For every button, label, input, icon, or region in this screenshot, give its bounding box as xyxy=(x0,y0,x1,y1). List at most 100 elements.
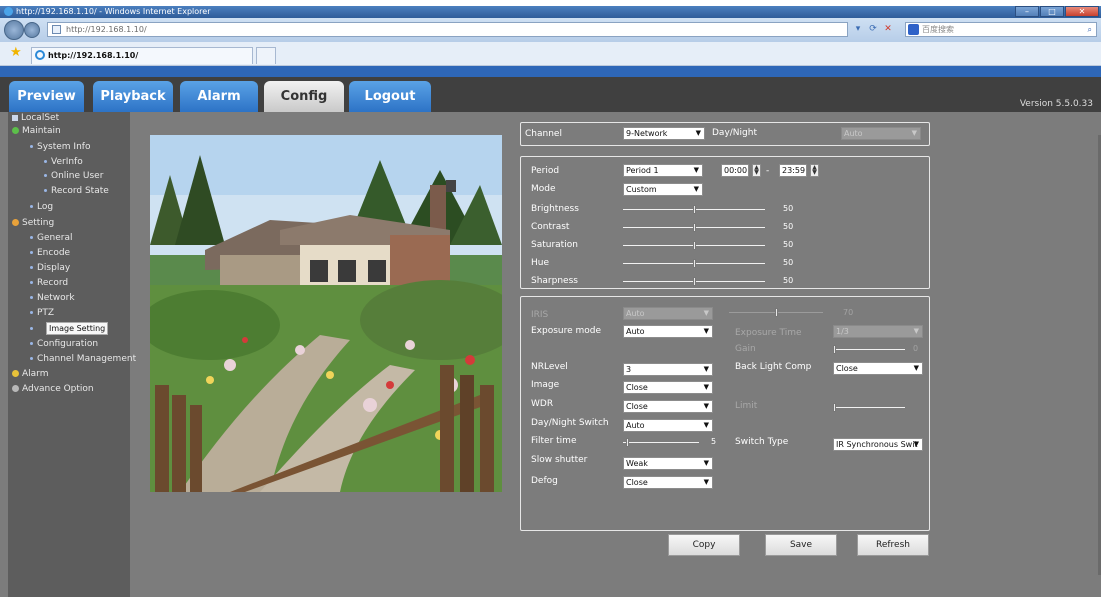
tab-preview[interactable]: Preview xyxy=(9,81,84,112)
tab-playback[interactable]: Playback xyxy=(93,81,173,112)
sidebar-item-network[interactable]: Network xyxy=(30,292,75,305)
slider-thumb[interactable] xyxy=(626,438,629,447)
address-text: http://192.168.1.10/ xyxy=(66,25,147,34)
sidebar-item-alarm[interactable]: Alarm xyxy=(12,368,48,381)
stop-icon[interactable]: ✕ xyxy=(882,22,894,36)
select-value: Auto xyxy=(626,421,645,430)
sharpness-slider[interactable] xyxy=(623,277,765,286)
sidebar-item-maintain[interactable]: Maintain xyxy=(12,125,61,138)
nrlevel-select[interactable]: 3 ▼ xyxy=(623,363,713,376)
select-value: Weak xyxy=(626,459,648,468)
select-value: Close xyxy=(626,383,648,392)
limit-slider[interactable] xyxy=(833,403,905,412)
sharpness-value: 50 xyxy=(783,276,794,285)
sidebar-item-verinfo[interactable]: VerInfo xyxy=(44,156,83,169)
hue-slider[interactable] xyxy=(623,259,765,268)
switch-type-select[interactable]: IR Synchronous Swit ▼ xyxy=(833,438,923,451)
iris-select[interactable]: Auto ▼ xyxy=(623,307,713,320)
tab-config[interactable]: Config xyxy=(264,81,344,112)
new-tab-button[interactable] xyxy=(256,47,276,64)
contrast-slider[interactable] xyxy=(623,223,765,232)
sidebar-item-setting[interactable]: Setting xyxy=(12,217,54,230)
refresh-button[interactable]: Refresh xyxy=(857,534,929,556)
sidebar-item-channel-management[interactable]: Channel Management xyxy=(30,353,136,366)
slider-thumb[interactable] xyxy=(693,259,696,268)
ie-logo-icon xyxy=(4,7,13,16)
daynight-switch-select[interactable]: Auto ▼ xyxy=(623,419,713,432)
brightness-slider[interactable] xyxy=(623,205,765,214)
iris-slider[interactable] xyxy=(729,308,823,317)
refresh-page-icon[interactable]: ⟳ xyxy=(867,22,879,36)
baidu-icon xyxy=(908,24,919,35)
address-input[interactable]: http://192.168.1.10/ xyxy=(47,22,848,37)
start-time-input[interactable]: 00:00 xyxy=(721,164,749,177)
copy-button[interactable]: Copy xyxy=(668,534,740,556)
sidebar-item-advance-option[interactable]: Advance Option xyxy=(12,383,94,396)
sidebar-item-log[interactable]: Log xyxy=(30,201,53,214)
back-button[interactable] xyxy=(4,20,24,40)
slider-thumb[interactable] xyxy=(693,205,696,214)
sidebar-item-general[interactable]: General xyxy=(30,232,72,245)
defog-select[interactable]: Close ▼ xyxy=(623,476,713,489)
slow-shutter-label: Slow shutter xyxy=(531,455,588,465)
search-input[interactable]: 百度搜索 ⌕ xyxy=(905,22,1097,37)
browser-tab[interactable]: http://192.168.1.10/ xyxy=(31,47,253,64)
tab-alarm[interactable]: Alarm xyxy=(180,81,258,112)
sidebar-item-record[interactable]: Record xyxy=(30,277,68,290)
bullet-icon xyxy=(30,251,33,254)
channel-select[interactable]: 9-Network ▼ xyxy=(623,127,705,140)
select-value: Period 1 xyxy=(626,166,659,175)
favorites-star-icon[interactable]: ★ xyxy=(10,46,22,60)
minimize-button[interactable]: – xyxy=(1015,6,1039,17)
saturation-slider[interactable] xyxy=(623,241,765,250)
daynight-switch-label: Day/Night Switch xyxy=(531,418,609,428)
sidebar-item-localset[interactable]: LocalSet xyxy=(12,112,59,125)
image-select[interactable]: Close ▼ xyxy=(623,381,713,394)
sidebar-item-system-info[interactable]: System Info xyxy=(30,141,90,154)
window-title: http://192.168.1.10/ - Windows Internet … xyxy=(16,7,211,16)
save-button[interactable]: Save xyxy=(765,534,837,556)
sidebar-item-display[interactable]: Display xyxy=(30,262,70,275)
dropdown-arrow-icon[interactable]: ▾ xyxy=(852,22,864,36)
slider-thumb[interactable] xyxy=(693,241,696,250)
start-time-spinner[interactable]: ▲ ▼ xyxy=(752,164,761,177)
daynight-select[interactable]: Auto ▼ xyxy=(841,127,921,140)
sidebar-item-ptz[interactable]: PTZ xyxy=(30,307,54,320)
slider-thumb[interactable] xyxy=(833,403,836,412)
period-select[interactable]: Period 1 ▼ xyxy=(623,164,703,177)
app-header: Preview Playback Alarm Config Logout Ver… xyxy=(0,77,1101,112)
sidebar-item-encode[interactable]: Encode xyxy=(30,247,70,260)
iris-slider-value: 70 xyxy=(843,308,854,317)
exposure-time-select[interactable]: 1/3 ▼ xyxy=(833,325,923,338)
backlight-select[interactable]: Close ▼ xyxy=(833,362,923,375)
channel-panel: Channel 9-Network ▼ Day/Night Auto ▼ xyxy=(520,122,930,146)
sidebar-item-image-setting-row[interactable] xyxy=(30,323,37,336)
sidebar-item-configuration[interactable]: Configuration xyxy=(30,338,98,351)
slider-thumb[interactable] xyxy=(833,345,836,354)
forward-button[interactable] xyxy=(24,22,40,38)
exposure-mode-select[interactable]: Auto ▼ xyxy=(623,325,713,338)
wdr-select[interactable]: Close ▼ xyxy=(623,400,713,413)
slow-shutter-select[interactable]: Weak ▼ xyxy=(623,457,713,470)
tab-logout[interactable]: Logout xyxy=(349,81,431,112)
daynight-label: Day/Night xyxy=(712,128,757,138)
filter-time-slider[interactable] xyxy=(623,438,699,447)
sidebar-item-record-state[interactable]: Record State xyxy=(44,185,109,198)
end-time-spinner[interactable]: ▲ ▼ xyxy=(810,164,819,177)
close-window-button[interactable]: ✕ xyxy=(1065,6,1099,17)
gain-slider[interactable] xyxy=(833,345,905,354)
maximize-button[interactable]: □ xyxy=(1040,6,1064,17)
sidebar-item-online-user[interactable]: Online User xyxy=(44,170,103,183)
sidebar-item-image-setting[interactable]: Image Setting xyxy=(46,322,109,335)
end-time-input[interactable]: 23:59 xyxy=(779,164,807,177)
search-icon[interactable]: ⌕ xyxy=(1088,23,1092,36)
slider-thumb[interactable] xyxy=(775,308,778,317)
bullet-icon xyxy=(44,174,47,177)
slider-thumb[interactable] xyxy=(693,277,696,286)
slider-thumb[interactable] xyxy=(693,223,696,232)
alarm-icon xyxy=(12,370,19,377)
image-color-panel: Period Period 1 ▼ 00:00 ▲ ▼ - 23:59 ▲ ▼ Mod… xyxy=(520,156,930,289)
select-value: Close xyxy=(626,402,648,411)
mode-select[interactable]: Custom ▼ xyxy=(623,183,703,196)
window-titlebar: http://192.168.1.10/ - Windows Internet … xyxy=(0,6,1101,18)
